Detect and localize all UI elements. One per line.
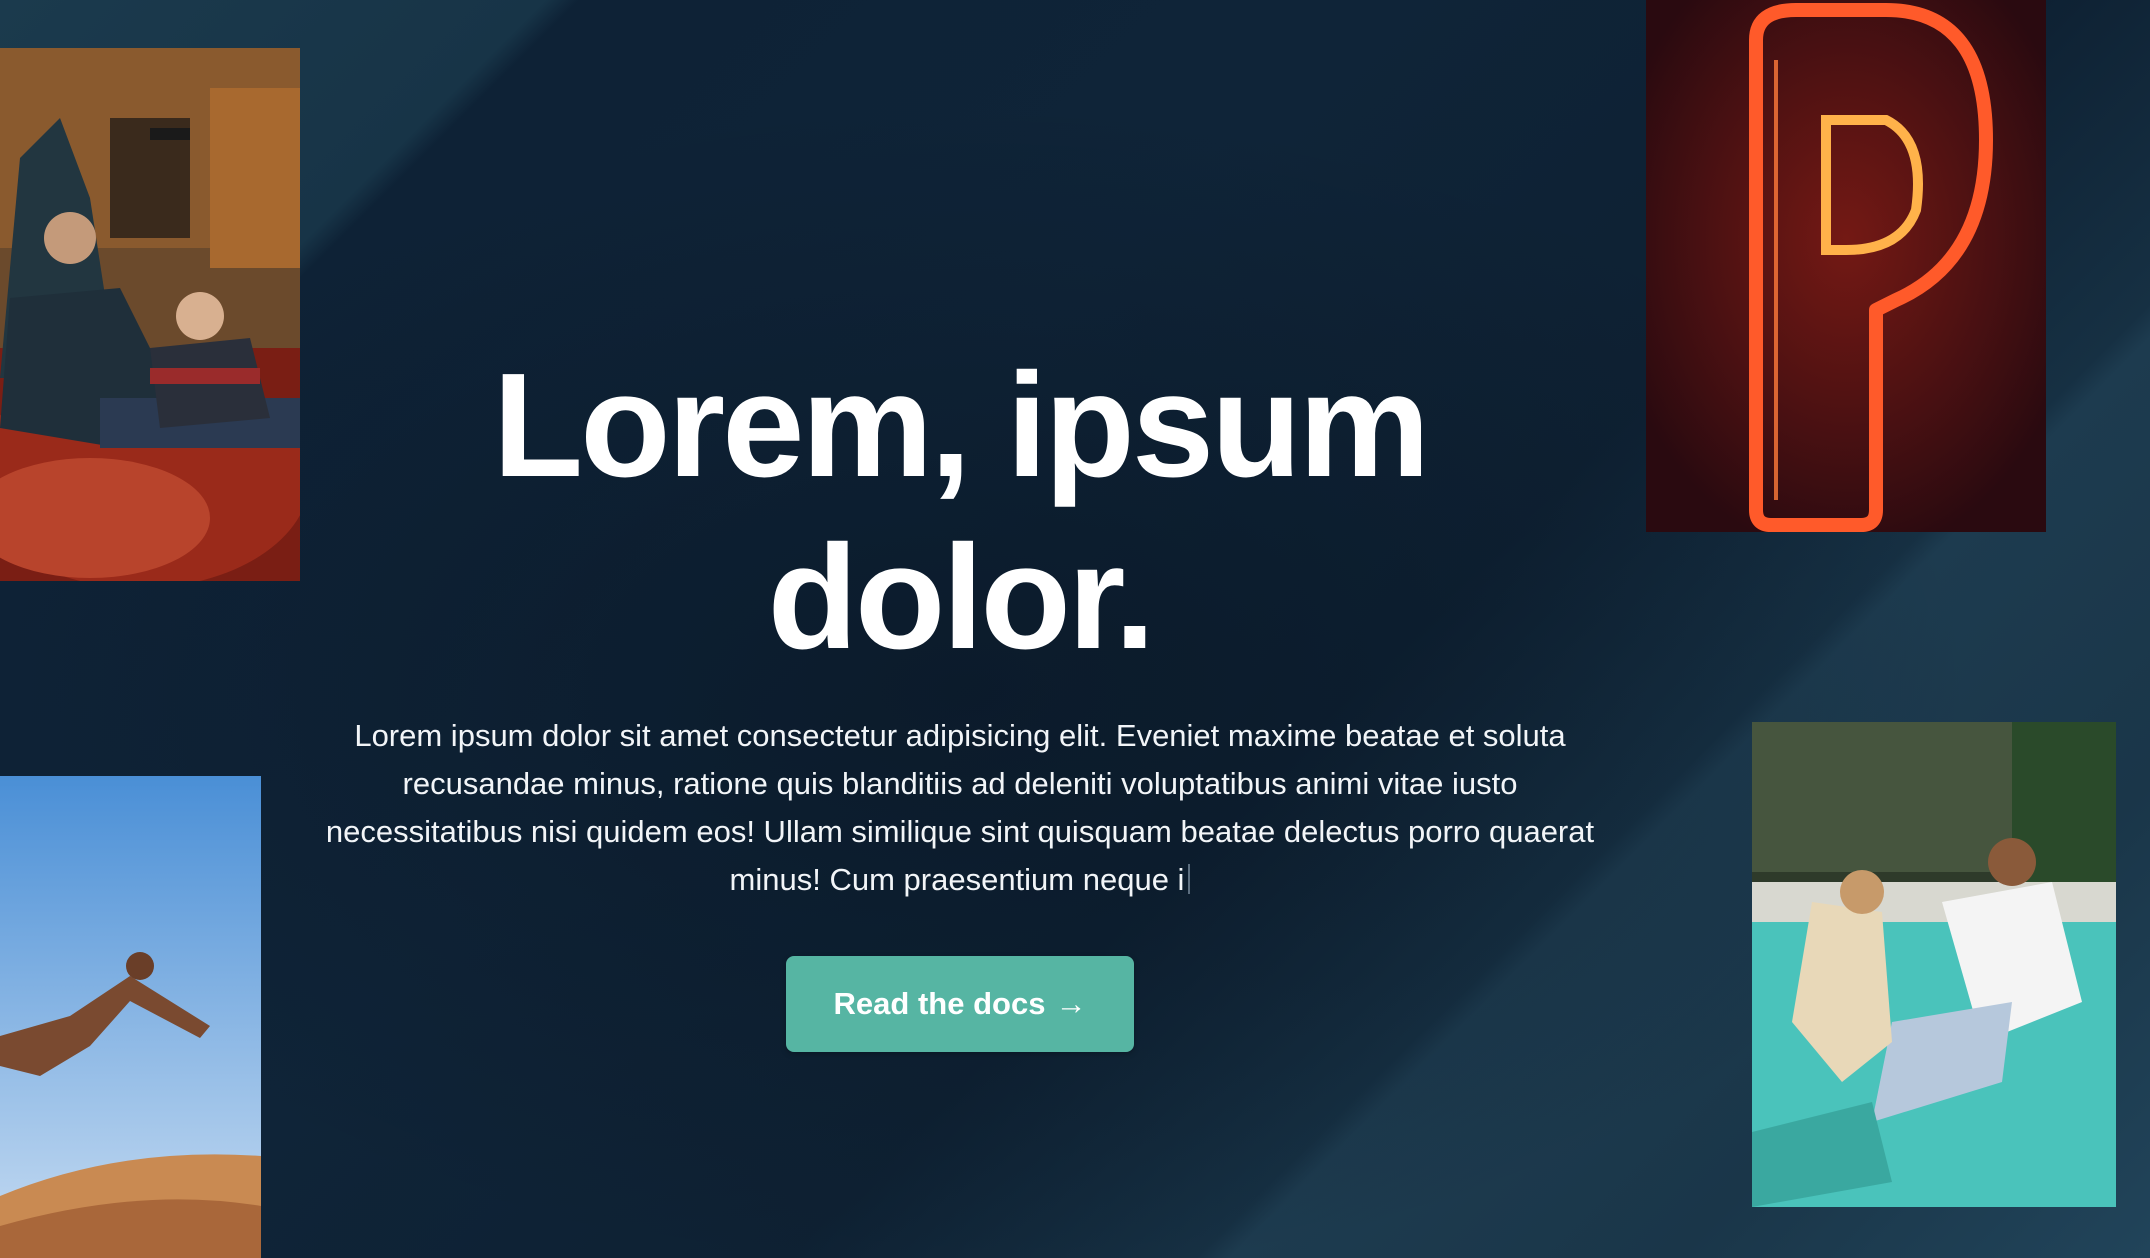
hero-lead-text: Lorem ipsum dolor sit amet consectetur a…: [325, 718, 1595, 897]
photo-pool-party: [1752, 722, 2116, 1207]
read-docs-button[interactable]: Read the docs →: [786, 956, 1134, 1052]
photo-desert-jump: [0, 776, 261, 1258]
typing-caret: [1188, 864, 1191, 894]
hero-section: Lorem, ipsum dolor. Lorem ipsum dolor si…: [0, 0, 2150, 1258]
hero-content: Lorem, ipsum dolor. Lorem ipsum dolor si…: [300, 340, 1620, 1052]
read-docs-label: Read the docs: [833, 986, 1046, 1021]
hero-lead-paragraph: Lorem ipsum dolor sit amet consectetur a…: [310, 712, 1610, 904]
arrow-right-icon: →: [1055, 986, 1087, 1021]
photo-gamers: [0, 48, 300, 581]
hero-headline: Lorem, ipsum dolor.: [492, 343, 1430, 680]
photo-neon-sign: [1646, 0, 2046, 532]
